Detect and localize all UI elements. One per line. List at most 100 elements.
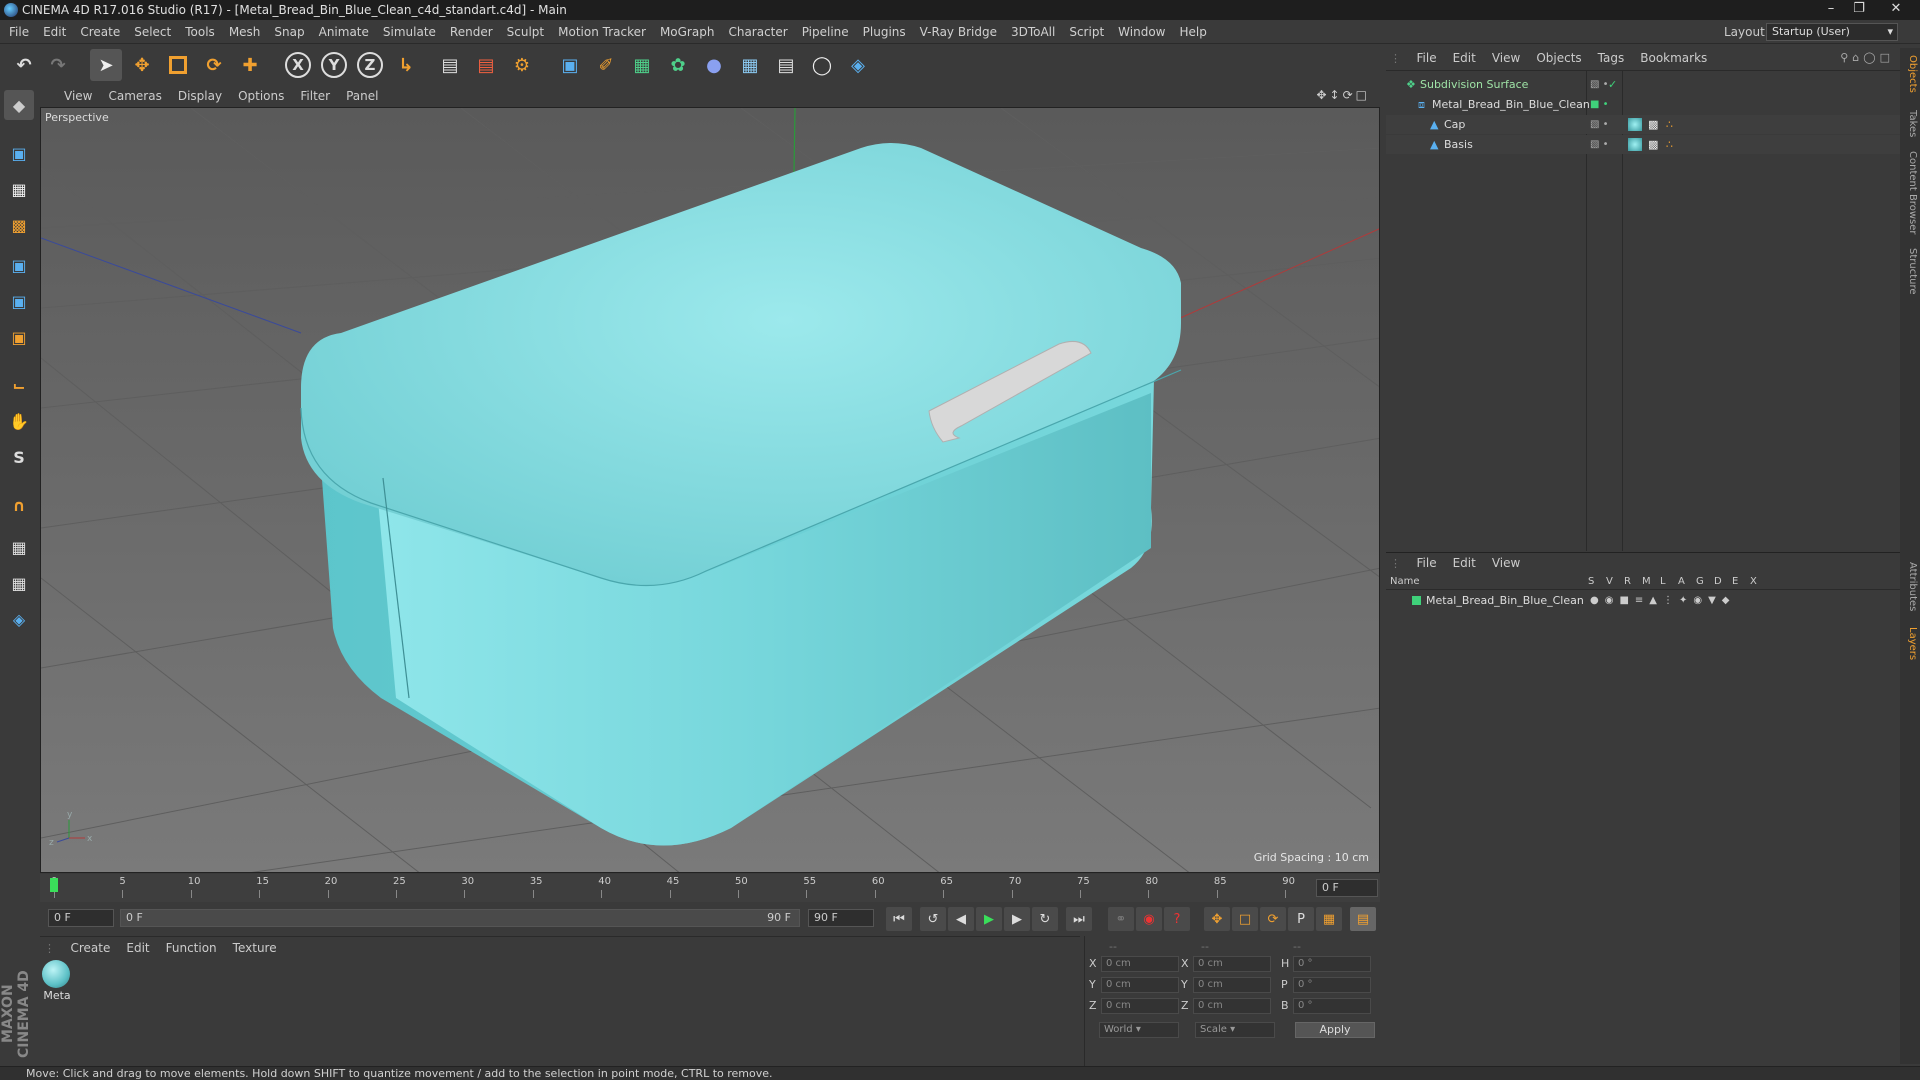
coord-value-field[interactable]: 0 cm (1193, 956, 1271, 972)
record-keys-icon[interactable]: ⚭ (1108, 907, 1134, 931)
menu-file[interactable]: File (2, 20, 36, 44)
object-menu-view[interactable]: View (1484, 48, 1528, 68)
deformer-icon[interactable]: ● (698, 49, 730, 81)
autokey-icon[interactable]: ◉ (1136, 907, 1162, 931)
recent-tool-icon[interactable]: ✚ (234, 49, 266, 81)
object-menu-bookmarks[interactable]: Bookmarks (1632, 48, 1715, 68)
coordinate-system-icon[interactable]: ↳ (390, 49, 422, 81)
restore-icon[interactable]: ❐ (1846, 0, 1872, 20)
viewport-menu-filter[interactable]: Filter (292, 86, 338, 106)
next-key-icon[interactable]: ↻ (1032, 907, 1058, 931)
layer-name[interactable]: Metal_Bread_Bin_Blue_Clean (1426, 592, 1584, 610)
3d-viewport[interactable]: y x z Perspective Grid Spacing : 10 cm (40, 107, 1380, 873)
material-tag-icon[interactable] (1628, 118, 1642, 131)
light-icon[interactable]: ◯ (806, 49, 838, 81)
viewport-menu-view[interactable]: View (56, 86, 100, 106)
layer-column-l[interactable]: L (1660, 576, 1666, 587)
material-menu-edit[interactable]: Edit (118, 937, 157, 959)
render-picture-viewer-icon[interactable]: ▤ (470, 49, 502, 81)
texture-tag-icon[interactable]: ▩ (1648, 115, 1658, 134)
layout-select[interactable]: Startup (User) ▾ (1766, 23, 1898, 41)
object-row[interactable]: ▲ Cap ▧ • ▩ ∴ (1386, 115, 1900, 134)
prev-frame-icon[interactable]: ◀ (948, 907, 974, 931)
menu-plugins[interactable]: Plugins (856, 20, 913, 44)
move-icon[interactable]: ✥ (126, 49, 158, 81)
tab-takes[interactable]: Takes (1902, 104, 1918, 144)
object-name[interactable]: Metal_Bread_Bin_Blue_Clean (1432, 95, 1590, 114)
select-arrow-icon[interactable]: ➤ (90, 49, 122, 81)
polygons-mode-icon[interactable]: ▣ (4, 322, 34, 352)
cloner-icon[interactable]: ✿ (662, 49, 694, 81)
object-menu-objects[interactable]: Objects (1528, 48, 1589, 68)
timeline-window-icon[interactable]: ▤ (1350, 907, 1376, 931)
scale-icon[interactable] (162, 49, 194, 81)
menu-sculpt[interactable]: Sculpt (500, 20, 551, 44)
python-script-icon[interactable]: ◈ (4, 604, 34, 634)
object-menu-tags[interactable]: Tags (1590, 48, 1633, 68)
viewport-menu-panel[interactable]: Panel (338, 86, 386, 106)
camera-icon[interactable]: ▤ (770, 49, 802, 81)
model-mode-icon[interactable]: ▣ (4, 138, 34, 168)
coord-value-field[interactable]: 0 cm (1101, 977, 1179, 993)
key-param-icon[interactable]: P (1288, 907, 1314, 931)
layer-column-name[interactable]: Name (1390, 576, 1420, 587)
object-name[interactable]: Subdivision Surface (1420, 75, 1528, 94)
coord-value-field[interactable]: 0 ° (1293, 998, 1371, 1014)
layer-column-g[interactable]: G (1696, 576, 1704, 587)
material-menu-create[interactable]: Create (63, 937, 119, 959)
menu-character[interactable]: Character (721, 20, 794, 44)
make-editable-icon[interactable]: ◆ (4, 90, 34, 120)
menu-pipeline[interactable]: Pipeline (795, 20, 856, 44)
close-icon[interactable]: ✕ (1876, 0, 1916, 20)
redo-icon[interactable]: ↷ (42, 49, 74, 81)
visibility-toggle-icon[interactable]: ▧ • (1590, 115, 1609, 134)
play-icon[interactable]: ▶ (976, 907, 1002, 931)
object-menu-edit[interactable]: Edit (1445, 48, 1484, 68)
points-mode-icon[interactable]: ▣ (4, 250, 34, 280)
layer-column-d[interactable]: D (1714, 576, 1722, 587)
goto-end-icon[interactable]: ⏭ (1066, 907, 1092, 931)
visibility-toggle-icon[interactable]: ▧ • (1590, 75, 1609, 94)
layer-menu-view[interactable]: View (1484, 553, 1528, 573)
tab-layers[interactable]: Layers (1902, 624, 1918, 664)
solo-mode-icon[interactable]: S (4, 442, 34, 472)
tab-attributes[interactable]: Attributes (1902, 556, 1918, 618)
visibility-toggle-icon[interactable]: ▧ • (1590, 135, 1609, 154)
menu-window[interactable]: Window (1111, 20, 1172, 44)
tweak-mode-icon[interactable]: ✋ (4, 406, 34, 436)
object-name[interactable]: Basis (1444, 135, 1473, 154)
object-name[interactable]: Cap (1444, 115, 1465, 134)
key-position-icon[interactable]: ✥ (1204, 907, 1230, 931)
menu-select[interactable]: Select (127, 20, 178, 44)
menu-edit[interactable]: Edit (36, 20, 73, 44)
layer-color-swatch[interactable] (1412, 596, 1421, 605)
object-menu-file[interactable]: File (1409, 48, 1445, 68)
apply-button[interactable]: Apply (1295, 1022, 1375, 1038)
camera-label[interactable]: Perspective (45, 111, 109, 124)
z-axis-lock-icon[interactable]: Z (354, 49, 386, 81)
enabled-check-icon[interactable]: ✓ (1608, 75, 1617, 94)
menu-tools[interactable]: Tools (178, 20, 222, 44)
cube-primitive-icon[interactable]: ▣ (554, 49, 586, 81)
timeline-ruler[interactable]: 051015202530354045505560657075808590 0 F (40, 874, 1380, 902)
goto-start-icon[interactable]: ⏮ (886, 907, 912, 931)
end-frame-field[interactable]: 90 F (808, 909, 874, 927)
material-thumb[interactable]: Meta (42, 960, 72, 1002)
menu-help[interactable]: Help (1172, 20, 1213, 44)
object-row[interactable]: ❖ Subdivision Surface ▧ • ✓ (1386, 75, 1900, 94)
spline-pen-icon[interactable]: ✐ (590, 49, 622, 81)
layer-row[interactable]: Metal_Bread_Bin_Blue_Clean ●◉■≡▲⋮✦◉▼◆ (1386, 592, 1900, 610)
menu-render[interactable]: Render (443, 20, 500, 44)
material-tag-icon[interactable] (1628, 138, 1642, 151)
coord-value-field[interactable]: 0 cm (1193, 998, 1271, 1014)
subdivision-generator-icon[interactable]: ▦ (626, 49, 658, 81)
search-icon[interactable]: ⚲⌂◯□ (1840, 48, 1894, 68)
range-slider[interactable]: 0 F 90 F (120, 909, 800, 927)
menu-animate[interactable]: Animate (312, 20, 376, 44)
menu-v-ray-bridge[interactable]: V-Ray Bridge (913, 20, 1004, 44)
planar-workplane-icon[interactable]: ▦ (4, 568, 34, 598)
texture-tag-icon[interactable]: ▩ (1648, 135, 1658, 154)
playhead[interactable] (50, 878, 58, 892)
enable-axis-icon[interactable]: ⌙ (4, 370, 34, 400)
layer-column-s[interactable]: S (1588, 576, 1594, 587)
